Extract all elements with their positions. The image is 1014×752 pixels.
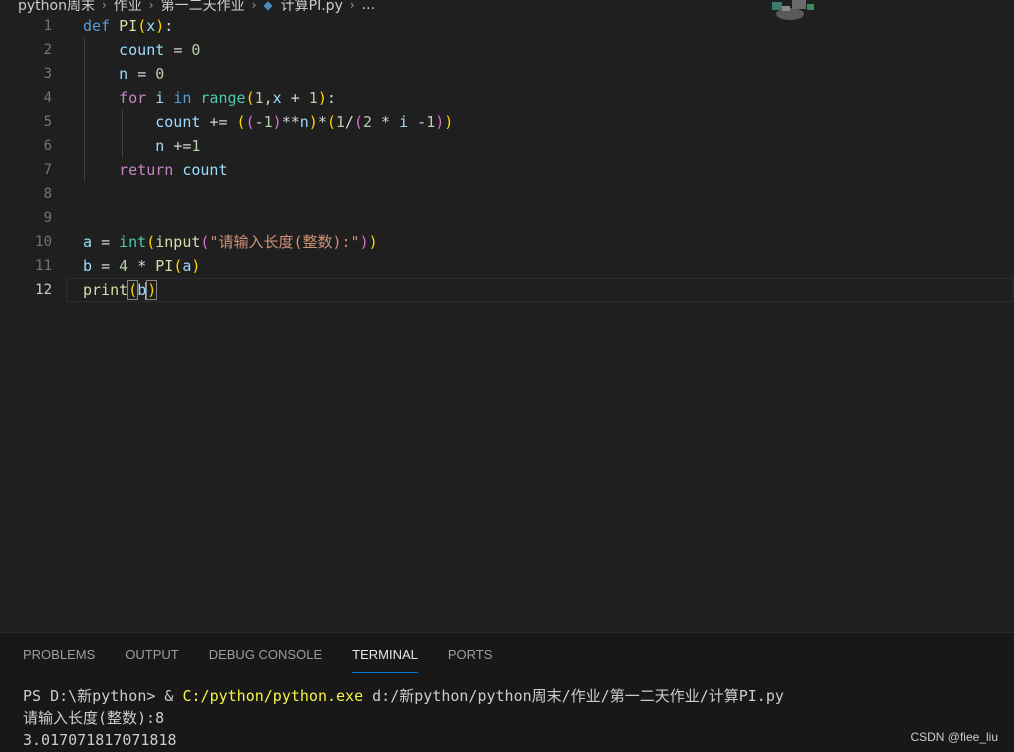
tab-debug-console[interactable]: DEBUG CONSOLE	[209, 633, 322, 673]
code-text: count += ((-1)**n)*(1/(2 * i -1))	[155, 113, 454, 131]
terminal-output[interactable]: PS D:\新python> & C:/python/python.exe d:…	[23, 685, 1003, 751]
code-text: n +=1	[155, 137, 201, 155]
tab-problems[interactable]: PROBLEMS	[23, 633, 95, 673]
tab-ports[interactable]: PORTS	[448, 633, 493, 673]
code-line-2[interactable]: 2 count = 0	[0, 38, 1014, 62]
code-line-9[interactable]: 9	[0, 206, 1014, 230]
code-line-11[interactable]: 11 b = 4 * PI(a)	[0, 254, 1014, 278]
breadcrumb: python周末 › 作业 › 第一二天作业 › ◆ 计算PI.py › ...	[0, 0, 375, 14]
breadcrumb-item-folder[interactable]: python周末	[0, 0, 95, 15]
current-line-highlight	[66, 278, 1014, 302]
breadcrumb-item-subfolder[interactable]: 作业	[114, 0, 142, 15]
code-line-1[interactable]: 1 def PI(x):	[0, 14, 1014, 38]
code-text: print(b)	[83, 280, 158, 300]
tab-output[interactable]: OUTPUT	[125, 633, 178, 673]
terminal-input-line: 请输入长度(整数):8	[23, 709, 165, 727]
code-line-5[interactable]: 5 count += ((-1)**n)*(1/(2 * i -1))	[0, 110, 1014, 134]
line-number: 2	[43, 42, 52, 58]
chevron-right-icon: ›	[148, 0, 154, 12]
code-text: for i in range(1,x + 1):	[119, 89, 336, 107]
code-text: b = 4 * PI(a)	[83, 257, 201, 275]
line-number: 9	[43, 210, 52, 226]
code-text: def PI(x):	[83, 17, 174, 35]
terminal-script-path: d:/新python/python周末/作业/第一二天作业/计算PI.py	[363, 687, 784, 705]
panel-tabs: PROBLEMS OUTPUT DEBUG CONSOLE TERMINAL P…	[0, 633, 499, 673]
code-line-3[interactable]: 3 n = 0	[0, 62, 1014, 86]
code-line-4[interactable]: 4 for i in range(1,x + 1):	[0, 86, 1014, 110]
terminal-result-line: 3.017071817071818	[23, 731, 177, 749]
line-number: 4	[43, 90, 52, 106]
breadcrumb-item-subfolder2[interactable]: 第一二天作业	[161, 0, 245, 15]
watermark: CSDN @fiee_liu	[910, 730, 998, 744]
code-text: count = 0	[119, 41, 201, 59]
code-line-6[interactable]: 6 n +=1	[0, 134, 1014, 158]
code-text: n = 0	[119, 65, 165, 83]
code-text: a = int(input("请输入长度(整数):"))	[83, 233, 378, 251]
breadcrumb-item-file[interactable]: 计算PI.py	[281, 0, 343, 15]
code-editor[interactable]: 1 def PI(x): 2 count = 0 3 n = 0 4 for i…	[0, 14, 1014, 632]
line-number: 10	[35, 234, 52, 250]
code-line-10[interactable]: 10 a = int(input("请输入长度(整数):"))	[0, 230, 1014, 254]
line-number: 5	[43, 114, 52, 130]
tab-terminal[interactable]: TERMINAL	[352, 633, 418, 673]
line-number: 8	[43, 186, 52, 202]
terminal-exe-path: C:/python/python.exe	[182, 687, 364, 705]
code-line-7[interactable]: 7 return count	[0, 158, 1014, 182]
code-text: return count	[119, 161, 228, 179]
line-number: 3	[43, 66, 52, 82]
python-file-icon: ◆	[263, 0, 273, 12]
line-number: 11	[35, 258, 52, 274]
vscode-window: python周末 › 作业 › 第一二天作业 › ◆ 计算PI.py › ...…	[0, 0, 1014, 752]
bottom-panel: PROBLEMS OUTPUT DEBUG CONSOLE TERMINAL P…	[0, 632, 1014, 752]
line-number: 12	[35, 282, 52, 298]
line-number: 1	[43, 18, 52, 34]
code-line-12[interactable]: 12 print(b)	[0, 278, 1014, 302]
line-number: 6	[43, 138, 52, 154]
terminal-prompt: PS D:\新python> &	[23, 687, 183, 705]
code-line-8[interactable]: 8	[0, 182, 1014, 206]
breadcrumb-item-symbols[interactable]: ...	[362, 0, 375, 13]
chevron-right-icon: ›	[349, 0, 355, 12]
terminal-command-line: PS D:\新python> & C:/python/python.exe d:…	[23, 685, 1003, 707]
chevron-right-icon: ›	[101, 0, 107, 12]
line-number: 7	[43, 162, 52, 178]
chevron-right-icon: ›	[251, 0, 257, 12]
